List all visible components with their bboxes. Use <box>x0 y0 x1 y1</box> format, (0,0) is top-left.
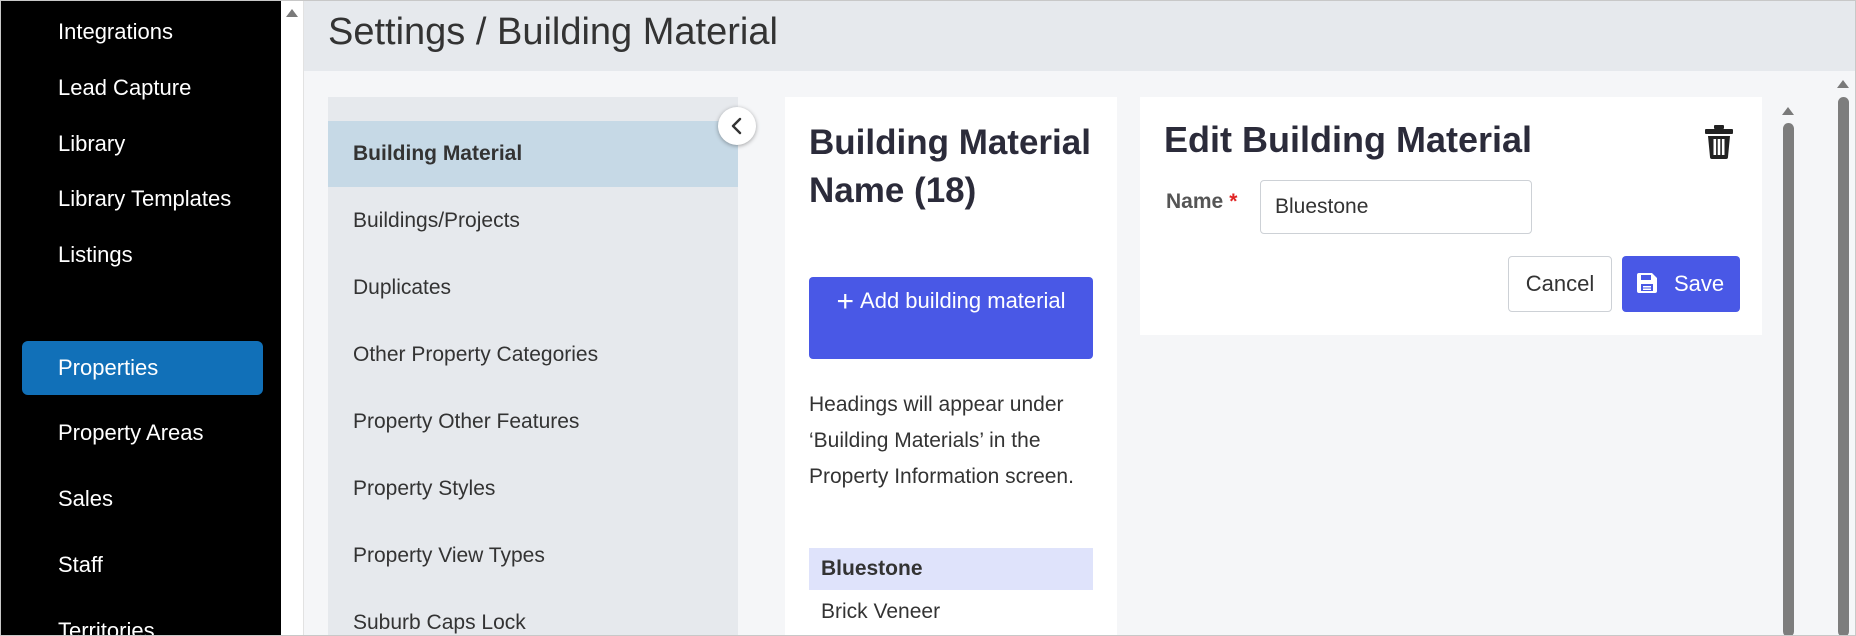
cancel-button[interactable]: Cancel <box>1508 256 1612 312</box>
settings-item-duplicates[interactable]: Duplicates <box>328 255 738 321</box>
add-button-label: Add building material <box>860 288 1066 313</box>
page-header: Settings / Building Material <box>304 1 1855 71</box>
nav-item-property-areas[interactable]: Property Areas <box>22 406 263 460</box>
building-material-list-panel: Building Material Name (18) + Add buildin… <box>785 97 1117 635</box>
page-scrollbar[interactable] <box>1834 71 1854 635</box>
settings-item-property-other-features[interactable]: Property Other Features <box>328 389 738 455</box>
edit-title: Edit Building Material <box>1164 119 1533 160</box>
page-scrollbar-thumb[interactable] <box>1838 97 1849 635</box>
required-marker: * <box>1229 190 1238 213</box>
page-title: Settings / Building Material <box>328 11 778 53</box>
collapse-menu-button[interactable] <box>718 107 756 145</box>
nav-item-listings[interactable]: Listings <box>22 228 263 282</box>
save-button[interactable]: Save <box>1622 256 1740 312</box>
scroll-up-arrow-icon[interactable] <box>1782 107 1794 115</box>
nav-item-sales[interactable]: Sales <box>22 472 263 526</box>
list-title: Building Material Name (18) <box>809 123 1091 210</box>
name-label-text: Name <box>1166 190 1224 213</box>
settings-menu: Building Material Buildings/Projects Dup… <box>328 97 738 635</box>
trash-icon <box>1705 125 1733 159</box>
nav-item-properties[interactable]: Properties <box>22 341 263 395</box>
nav-item-staff[interactable]: Staff <box>22 538 263 592</box>
name-input[interactable] <box>1260 180 1532 234</box>
delete-button[interactable] <box>1704 125 1734 164</box>
settings-item-building-material[interactable]: Building Material <box>328 121 738 187</box>
content-scrollbar-thumb[interactable] <box>1783 123 1794 635</box>
scroll-up-arrow-icon[interactable] <box>1837 80 1849 88</box>
help-text: Headings will appear under ‘Building Mat… <box>809 393 1074 488</box>
name-label: Name * <box>1166 190 1237 214</box>
main-sidebar: Integrations Lead Capture Library Librar… <box>1 1 281 635</box>
list-item-bluestone[interactable]: Bluestone <box>809 548 1093 590</box>
add-building-material-button[interactable]: + Add building material <box>809 277 1093 359</box>
settings-item-buildings-projects[interactable]: Buildings/Projects <box>328 188 738 254</box>
chevron-left-icon <box>731 117 742 135</box>
plus-icon: + <box>836 285 855 318</box>
settings-item-property-styles[interactable]: Property Styles <box>328 456 738 522</box>
scroll-up-arrow-icon[interactable] <box>286 9 298 17</box>
nav-item-lead-capture[interactable]: Lead Capture <box>22 61 263 115</box>
nav-item-integrations[interactable]: Integrations <box>22 5 263 59</box>
settings-item-suburb-caps-lock[interactable]: Suburb Caps Lock <box>328 590 738 635</box>
main-content: Settings / Building Material Building Ma… <box>304 1 1855 635</box>
app-window: Integrations Lead Capture Library Librar… <box>0 0 1856 636</box>
save-button-label: Save <box>1674 271 1725 296</box>
sidebar-scrollbar[interactable] <box>281 1 304 635</box>
nav-item-territories[interactable]: Territories <box>22 604 263 635</box>
settings-item-other-property-categories[interactable]: Other Property Categories <box>328 322 738 388</box>
content-scrollbar[interactable] <box>1781 97 1797 635</box>
nav-item-library[interactable]: Library <box>22 117 263 171</box>
nav-item-library-templates[interactable]: Library Templates <box>22 172 263 226</box>
edit-building-material-panel: Edit Building Material Name* Cancel <box>1140 97 1762 335</box>
settings-item-property-view-types[interactable]: Property View Types <box>328 523 738 589</box>
floppy-disk-icon <box>1637 273 1657 293</box>
list-item-brick-veneer[interactable]: Brick Veneer <box>809 591 1093 633</box>
